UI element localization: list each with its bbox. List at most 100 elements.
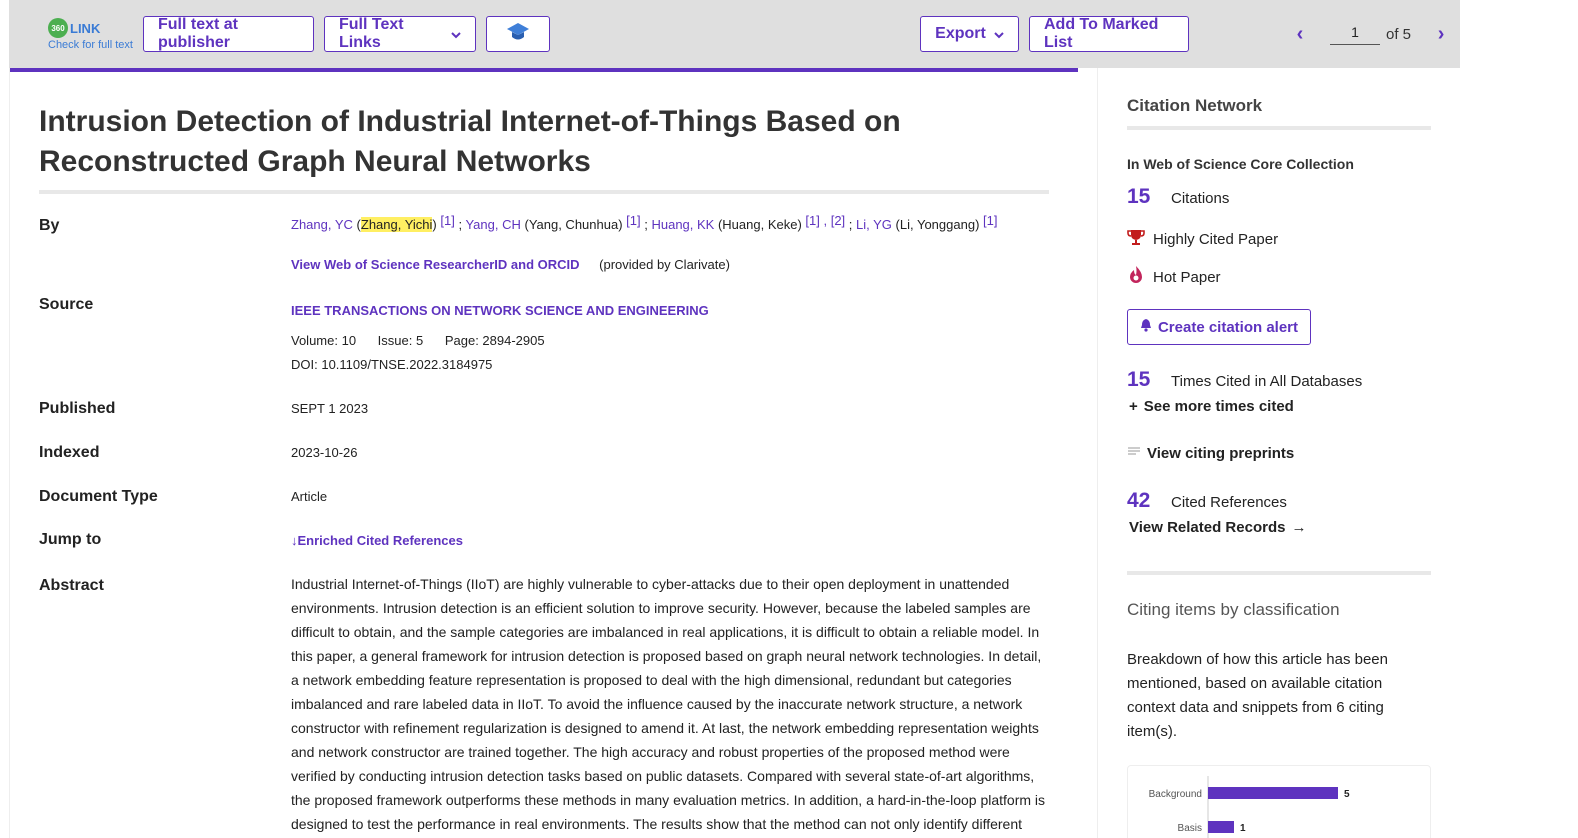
- bell-icon: [1140, 318, 1152, 336]
- chart-value-label: 1: [1240, 823, 1246, 834]
- pages: Page: 2894-2905: [444, 333, 545, 348]
- classification-chart-svg: Background 5 Basis 1: [1149, 776, 1350, 838]
- highly-cited-label: Highly Cited Paper: [1153, 230, 1279, 248]
- heading-divider: [1127, 126, 1431, 130]
- record-panel: Intrusion Detection of Industrial Intern…: [9, 68, 1078, 838]
- hot-paper-label: Hot Paper: [1153, 268, 1221, 286]
- affiliation-ref[interactable]: [1]: [440, 213, 454, 228]
- view-related-records-link[interactable]: View Related Records →: [1129, 519, 1306, 536]
- times-cited-metric[interactable]: 15 Times Cited in All Databases: [1127, 368, 1362, 392]
- link360-sub: Check for full text: [48, 39, 133, 51]
- researcher-id-link[interactable]: View Web of Science ResearcherID and ORC…: [291, 257, 580, 272]
- see-more-label: See more times cited: [1143, 398, 1294, 415]
- chevron-right-icon[interactable]: ›: [1431, 23, 1451, 46]
- times-cited-count: 15: [1127, 368, 1151, 391]
- label-jump: Jump to: [39, 531, 102, 548]
- highly-cited-badge: Highly Cited Paper: [1127, 228, 1278, 250]
- author-link[interactable]: Yang, CH: [465, 217, 520, 232]
- trophy-icon: [1127, 228, 1145, 250]
- cited-references-metric[interactable]: 42 Cited References: [1127, 489, 1287, 513]
- chart-value-label: 5: [1344, 789, 1350, 800]
- label-abstract: Abstract: [39, 577, 104, 594]
- chevron-left-icon[interactable]: ‹: [1290, 23, 1310, 46]
- classification-chart: Background 5 Basis 1: [1127, 765, 1431, 838]
- full-text-publisher-label: Full text at publisher: [158, 16, 239, 51]
- pagination: ‹ 1 of 5 ›: [1290, 20, 1451, 48]
- page-total: of 5: [1386, 25, 1412, 43]
- citations-count: 15: [1127, 185, 1151, 208]
- full-text-publisher-button[interactable]: Full text at publisher: [143, 16, 314, 52]
- label-published: Published: [39, 400, 116, 417]
- times-cited-label: Times Cited in All Databases: [1171, 373, 1363, 390]
- add-marked-list-label: Add To Marked List: [1044, 16, 1159, 51]
- citing-preprints-label: View citing preprints: [1147, 445, 1295, 462]
- section-divider: [1127, 571, 1431, 575]
- affiliation-ref[interactable]: [1] , [2]: [805, 213, 845, 228]
- author-fullname: Huang, Keke: [722, 217, 798, 232]
- export-button[interactable]: Export: [920, 16, 1019, 52]
- chart-category-label: Basis: [1178, 823, 1202, 834]
- jump-enriched-refs-link[interactable]: ↓Enriched Cited References: [291, 533, 463, 548]
- indexed-date: 2023-10-26: [291, 445, 358, 460]
- citation-network-heading: Citation Network: [1127, 96, 1263, 115]
- accent-bar: [10, 68, 1078, 72]
- doctype-value: Article: [291, 489, 328, 504]
- top-toolbar: 360 LINK Check for full text Full text a…: [9, 0, 1460, 68]
- related-records-label: View Related Records: [1129, 519, 1286, 536]
- author-link[interactable]: Zhang, YC: [291, 217, 353, 232]
- full-text-links-label: Full Text Links: [339, 16, 404, 51]
- link360-button[interactable]: 360 LINK Check for full text: [48, 18, 148, 51]
- author-link[interactable]: Li, YG: [856, 217, 892, 232]
- page-gutter: [1460, 0, 1578, 838]
- hot-paper-badge: Hot Paper: [1127, 265, 1221, 289]
- page-number-input[interactable]: 1: [1330, 24, 1380, 45]
- link360-label: LINK: [70, 20, 101, 36]
- create-alert-label: Create citation alert: [1157, 318, 1299, 336]
- chevron-down-icon: [994, 28, 1004, 42]
- create-citation-alert-button[interactable]: Create citation alert: [1127, 309, 1311, 345]
- add-marked-list-button[interactable]: Add To Marked List: [1029, 16, 1189, 52]
- volume: Volume: 10: [291, 333, 357, 348]
- affiliation-ref[interactable]: [1]: [626, 213, 640, 228]
- graduation-cap-icon: [506, 21, 530, 48]
- doi: DOI: 10.1109/TNSE.2022.3184975: [291, 357, 493, 372]
- cited-references-count: 42: [1127, 489, 1151, 512]
- affiliation-ref[interactable]: [1]: [983, 213, 997, 228]
- chevron-down-icon: [451, 28, 461, 42]
- authors-list: Zhang, YC (Zhang, Yichi) [1] ; Yang, CH …: [291, 213, 998, 232]
- provided-by: (provided by Clarivate): [599, 257, 730, 272]
- plus-icon: +: [1129, 398, 1138, 415]
- citations-label: Citations: [1171, 190, 1230, 207]
- chart-bar[interactable]: [1208, 821, 1234, 833]
- label-indexed: Indexed: [39, 444, 100, 461]
- label-doctype: Document Type: [39, 488, 158, 505]
- collection-label: In Web of Science Core Collection: [1127, 156, 1354, 172]
- see-more-times-cited-link[interactable]: + See more times cited: [1129, 398, 1294, 415]
- citation-network-panel: Citation Network In Web of Science Core …: [1097, 68, 1460, 838]
- jump-link-label: Enriched Cited References: [297, 533, 463, 548]
- journal-link[interactable]: IEEE TRANSACTIONS ON NETWORK SCIENCE AND…: [291, 303, 709, 318]
- flame-icon: [1127, 265, 1145, 289]
- abstract-text: Industrial Internet-of-Things (IIoT) are…: [291, 576, 1046, 832]
- author-fullname: Li, Yonggang: [899, 217, 976, 232]
- view-citing-preprints-link[interactable]: View citing preprints: [1127, 445, 1294, 462]
- chart-category-label: Background: [1149, 789, 1202, 800]
- citations-metric[interactable]: 15 Citations: [1127, 185, 1229, 209]
- label-source: Source: [39, 296, 94, 313]
- label-by: By: [39, 217, 60, 234]
- arrow-right-icon: →: [1291, 519, 1307, 536]
- scholar-hat-button[interactable]: [486, 16, 550, 52]
- classification-description: Breakdown of how this article has been m…: [1127, 651, 1388, 740]
- author-link[interactable]: Huang, KK: [651, 217, 714, 232]
- cited-references-label: Cited References: [1171, 494, 1287, 511]
- author-fullname: Zhang, Yichi: [360, 217, 433, 232]
- author-fullname: Yang, Chunhua: [528, 217, 619, 232]
- issue: Issue: 5: [377, 333, 424, 348]
- full-text-links-button[interactable]: Full Text Links: [324, 16, 476, 52]
- page-title: Intrusion Detection of Industrial Intern…: [39, 105, 901, 178]
- export-label: Export: [935, 25, 986, 42]
- chart-bar[interactable]: [1208, 787, 1338, 799]
- preprint-icon: [1127, 445, 1141, 462]
- link360-logo: 360 LINK: [48, 18, 148, 38]
- volume-issue-page: Volume: 10 Issue: 5 Page: 2894-2905: [291, 333, 545, 348]
